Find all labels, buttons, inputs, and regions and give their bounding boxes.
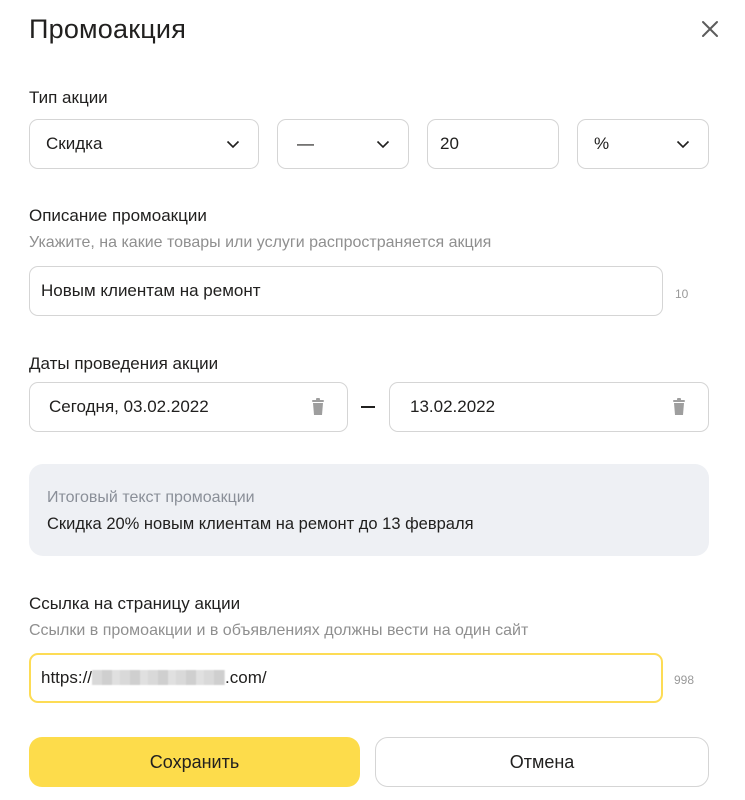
cancel-button-label: Отмена [509,751,575,772]
link-input[interactable]: https:// .com/ [29,653,663,703]
start-date-field[interactable]: Сегодня, 03.02.2022 [29,382,348,432]
promo-modifier-value: — [297,134,314,153]
end-date-value: 13.02.2022 [410,397,496,416]
summary-text: Скидка 20% новым клиентам на ремонт до 1… [47,515,474,533]
date-range-dash [361,406,375,408]
promo-kind-value: Скидка [46,134,103,153]
trash-icon[interactable] [311,398,325,416]
cancel-button[interactable]: Отмена [375,737,709,787]
description-input[interactable]: Новым клиентам на ремонт [29,266,663,316]
chevron-down-icon [376,140,390,148]
promo-kind-select[interactable]: Скидка [29,119,259,169]
summary-label: Итоговый текст промоакции [47,489,255,506]
dates-label: Даты проведения акции [29,354,219,373]
promo-modifier-select[interactable]: — [277,119,409,169]
promo-unit-select[interactable]: % [577,119,709,169]
save-button-label: Сохранить [149,751,240,772]
trash-icon[interactable] [672,398,686,416]
close-icon[interactable] [697,16,723,42]
chevron-down-icon [226,140,240,148]
link-counter: 998 [674,673,695,687]
dialog-title: Промоакция [29,14,187,44]
promo-amount-value: 20 [440,134,459,153]
description-value: Новым клиентам на ремонт [41,281,261,300]
link-value: https:// .com/ [31,668,661,688]
promo-unit-value: % [594,134,610,153]
link-suffix: .com/ [225,668,267,687]
promo-amount-input[interactable]: 20 [427,119,559,169]
redacted-domain [92,670,226,685]
link-prefix: https:// [41,668,93,687]
description-counter: 10 [675,287,689,301]
link-hint: Ссылки в промоакции и в объявлениях долж… [29,622,529,639]
promo-type-label: Тип акции [29,88,108,107]
end-date-field[interactable]: 13.02.2022 [389,382,709,432]
chevron-down-icon [676,140,690,148]
start-date-value: Сегодня, 03.02.2022 [49,397,209,416]
description-label: Описание промоакции [29,206,207,225]
summary-panel: Итоговый текст промоакции Скидка 20% нов… [29,464,709,556]
description-hint: Укажите, на какие товары или услуги расп… [29,234,492,251]
save-button[interactable]: Сохранить [29,737,360,787]
link-label: Ссылка на страницу акции [29,594,241,613]
